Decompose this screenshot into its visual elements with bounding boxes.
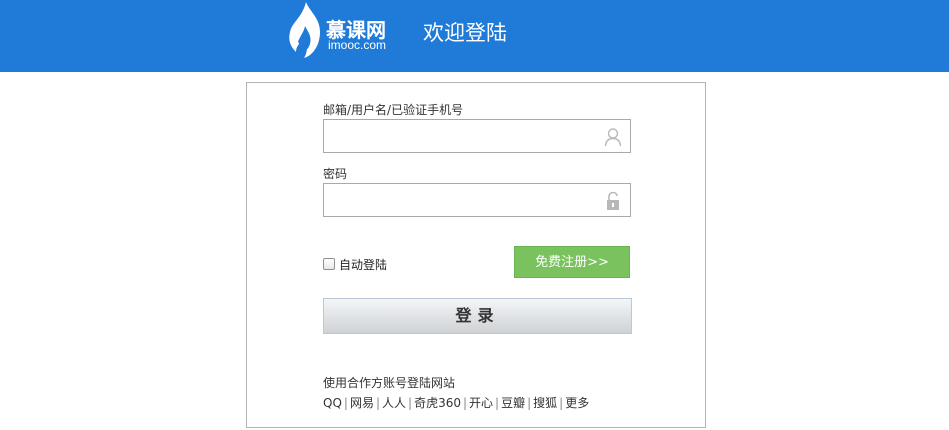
separator: | xyxy=(527,395,532,410)
lock-icon xyxy=(607,191,619,210)
site-logo[interactable]: 慕课网 imooc.com xyxy=(286,0,406,60)
top-header: 慕课网 imooc.com 欢迎登陆 xyxy=(0,0,949,72)
partner-link-kaixin[interactable]: 开心 xyxy=(469,394,493,411)
username-label: 邮箱/用户名/已验证手机号 xyxy=(323,103,464,117)
partner-link-qq[interactable]: QQ xyxy=(323,396,342,410)
separator: | xyxy=(408,395,413,410)
separator: | xyxy=(343,395,348,410)
login-panel: 邮箱/用户名/已验证手机号 密码 自动登陆 免费注册>> 登录 使用合作方账号登… xyxy=(246,82,706,428)
password-label: 密码 xyxy=(323,167,348,181)
auto-login-checkbox[interactable] xyxy=(323,258,335,270)
username-input[interactable] xyxy=(324,120,594,152)
partner-link-netease[interactable]: 网易 xyxy=(350,394,374,411)
login-button[interactable]: 登录 xyxy=(323,298,632,334)
separator: | xyxy=(462,395,468,410)
partner-link-sohu[interactable]: 搜狐 xyxy=(533,394,557,411)
auto-login-label: 自动登陆 xyxy=(339,257,388,272)
partner-login-title: 使用合作方账号登陆网站 xyxy=(323,376,456,390)
partner-link-more[interactable]: 更多 xyxy=(565,394,589,411)
auto-login-option[interactable]: 自动登陆 xyxy=(323,256,387,272)
logo-text-en: imooc.com xyxy=(328,38,387,52)
user-icon xyxy=(604,128,622,147)
flame-logo-icon xyxy=(289,2,320,58)
password-input[interactable] xyxy=(324,184,594,216)
partner-link-qihoo360[interactable]: 奇虎360 xyxy=(414,394,461,411)
page-title: 欢迎登陆 xyxy=(423,21,507,45)
separator: | xyxy=(375,395,380,410)
password-field[interactable] xyxy=(323,183,631,217)
partner-link-douban[interactable]: 豆瓣 xyxy=(501,394,525,411)
partner-links: QQ | 网易 | 人人 | 奇虎360 | 开心 | 豆瓣 | 搜狐 | 更多 xyxy=(323,394,589,411)
register-button[interactable]: 免费注册>> xyxy=(514,246,630,278)
separator: | xyxy=(495,395,500,410)
separator: | xyxy=(559,395,564,410)
username-field[interactable] xyxy=(323,119,631,153)
partner-link-renren[interactable]: 人人 xyxy=(382,394,406,411)
